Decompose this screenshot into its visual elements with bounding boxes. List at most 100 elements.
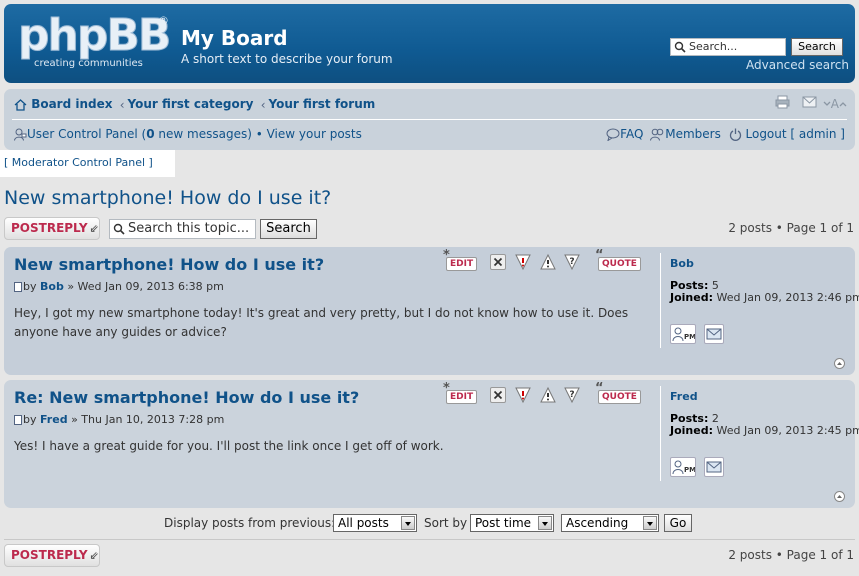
pm-icon: PM [672, 460, 696, 475]
post-meta: by Bob » Wed Jan 09, 2013 6:38 pm [14, 280, 224, 293]
breadcrumb-board-index[interactable]: Board index [31, 97, 112, 111]
post-2: Re: New smartphone! How do I use it? by … [4, 380, 859, 508]
chevron-down-icon [643, 516, 657, 530]
profile-username[interactable]: Bob [670, 257, 694, 270]
topic-search-button[interactable]: Search [260, 219, 317, 239]
header-links: FAQ Members Logout [ admin ] [606, 127, 846, 142]
display-posts-label: Display posts from previous: [164, 516, 336, 530]
topic-search-input[interactable]: Search this topic... [109, 219, 256, 239]
header-search-input[interactable]: Search... [670, 38, 786, 56]
display-days-select[interactable]: All posts [333, 514, 417, 532]
logout-link[interactable]: Logout [ admin ] [746, 127, 846, 141]
post-meta-prefix: by [23, 413, 40, 426]
new-messages-count[interactable]: 0 [146, 127, 154, 141]
edit-label: EDIT [450, 259, 474, 269]
post-content: Hey, I got my new smartphone today! It's… [14, 306, 629, 339]
site-title: My Board [181, 26, 288, 50]
post-reply-button-bottom[interactable]: POSTREPLY ⇙ [4, 544, 100, 567]
font-size-chevron-up-icon [839, 101, 847, 107]
phpbb-logo[interactable]: phpBB ® creating communities [17, 10, 171, 74]
view-your-posts-link[interactable]: View your posts [267, 127, 362, 141]
post-meta: by Fred » Thu Jan 10, 2013 7:28 pm [14, 413, 224, 426]
warn-icon[interactable] [539, 386, 557, 404]
profile-username[interactable]: Fred [670, 390, 698, 403]
search-icon [674, 41, 686, 53]
profile-joined-value: Wed Jan 09, 2013 2:46 pm [713, 291, 859, 304]
post-reply-label: POSTREPLY [11, 548, 88, 562]
edit-star-icon: * [443, 248, 450, 263]
edit-button[interactable]: * EDIT [443, 249, 478, 271]
pagination-bottom: 2 posts • Page 1 of 1 [728, 548, 854, 562]
quote-button[interactable]: “QUOTE [595, 382, 641, 404]
sort-key-select[interactable]: Post time [470, 514, 554, 532]
email-icon [706, 328, 722, 340]
faq-icon [606, 128, 620, 142]
advanced-search-link[interactable]: Advanced search [746, 58, 849, 72]
site-header: phpBB ® creating communities My Board A … [4, 4, 855, 83]
delete-icon[interactable] [490, 254, 506, 270]
post-author[interactable]: Fred [40, 413, 68, 426]
members-link[interactable]: Members [665, 127, 721, 141]
go-button[interactable]: Go [664, 514, 692, 532]
pm-button[interactable]: PM [670, 324, 696, 344]
mcp-link[interactable]: [ Moderator Control Panel ] [4, 156, 153, 169]
logo-tagline: creating communities [34, 58, 143, 69]
pm-button[interactable]: PM [670, 457, 696, 477]
post-title[interactable]: New smartphone! How do I use it? [14, 255, 324, 274]
info-icon[interactable]: ? [563, 386, 581, 404]
email-button[interactable] [704, 457, 724, 477]
moderator-control-panel: [ Moderator Control Panel ] [0, 150, 175, 177]
quote-mark-icon: “ [595, 248, 604, 263]
breadcrumb-category[interactable]: Your first category [128, 97, 254, 111]
breadcrumb-separator: ‹ [119, 97, 125, 112]
email-topic-icon[interactable] [802, 96, 817, 111]
edit-button[interactable]: * EDIT [443, 382, 478, 404]
pagination-top: 2 posts • Page 1 of 1 [728, 221, 854, 235]
font-size-toggle[interactable]: A [823, 96, 847, 111]
sort-direction-select[interactable]: Ascending [561, 514, 659, 532]
messages-open-paren: ( [137, 127, 147, 142]
post-profile: Bob Posts: 5 Joined: Wed Jan 09, 2013 2:… [660, 253, 859, 348]
post-reply-label: POSTREPLY [11, 221, 88, 235]
report-icon[interactable] [514, 386, 532, 404]
user-icon [14, 128, 27, 141]
info-icon[interactable]: ? [563, 253, 581, 271]
sort-by-label: Sort by [424, 516, 468, 530]
ucp-link[interactable]: User Control Panel [27, 127, 138, 141]
chevron-down-icon [401, 516, 415, 530]
post-author[interactable]: Bob [40, 280, 64, 293]
quote-button[interactable]: “QUOTE [595, 249, 641, 271]
font-size-label: A [830, 96, 839, 111]
post-reply-button-top[interactable]: POSTREPLY ⇙ [4, 217, 100, 240]
page-tools: A [767, 95, 847, 111]
font-size-chevron-icon [823, 101, 831, 106]
pm-icon: PM [672, 327, 696, 342]
reply-arrow-icon: ⇙ [89, 549, 99, 562]
post-title[interactable]: Re: New smartphone! How do I use it? [14, 388, 359, 407]
profile-joined-label: Joined: [670, 291, 713, 304]
post-icon [14, 282, 22, 292]
delete-icon[interactable] [490, 387, 506, 403]
back-to-top-icon[interactable] [834, 358, 845, 369]
report-icon[interactable] [514, 253, 532, 271]
topic-search-placeholder: Search this topic... [128, 221, 250, 236]
post-profile: Fred Posts: 2 Joined: Wed Jan 09, 2013 2… [660, 386, 859, 481]
sort-key-value: Post time [475, 516, 532, 530]
email-button[interactable] [704, 324, 724, 344]
breadcrumb-forum[interactable]: Your first forum [269, 97, 376, 111]
pm-label: PM [684, 333, 695, 341]
logo-text: phpBB [17, 10, 171, 61]
edit-star-icon: * [443, 381, 450, 396]
header-search-button[interactable]: Search [791, 38, 843, 56]
post-meta-prefix: by [23, 280, 40, 293]
new-messages-link[interactable]: new messages) [155, 127, 251, 141]
print-icon[interactable] [775, 95, 790, 112]
pm-label: PM [684, 466, 695, 474]
search-icon [113, 223, 125, 235]
home-icon [14, 98, 27, 111]
back-to-top-icon[interactable] [834, 491, 845, 502]
topic-title[interactable]: New smartphone! How do I use it? [4, 187, 331, 209]
warn-icon[interactable] [539, 253, 557, 271]
post-1: New smartphone! How do I use it? by Bob … [4, 247, 859, 375]
faq-link[interactable]: FAQ [620, 127, 643, 141]
